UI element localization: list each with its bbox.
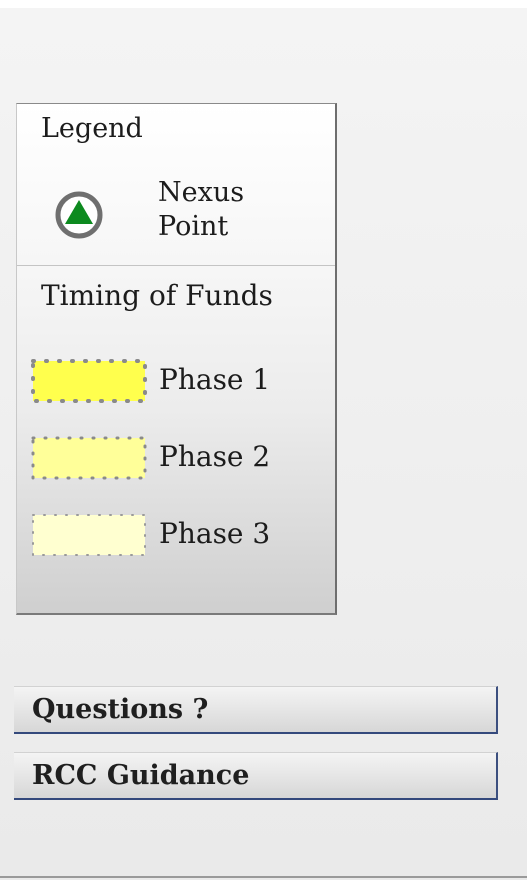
rcc-guidance-button[interactable]: RCC Guidance: [14, 752, 498, 800]
phase-1-swatch: [31, 359, 147, 403]
phase-3-label: Phase 3: [159, 517, 271, 550]
legend-section: Legend Nexus Point: [17, 104, 335, 266]
rcc-guidance-button-label: RCC Guidance: [32, 760, 250, 791]
phase-3-swatch: [32, 514, 146, 556]
questions-button-label: Questions ?: [32, 694, 209, 725]
legend-title: Legend: [41, 113, 143, 144]
phase-1-label: Phase 1: [159, 363, 271, 396]
phase-1-row: Phase 1: [27, 357, 327, 407]
legend-panel: Legend Nexus Point Timing of Funds Phase…: [16, 103, 337, 615]
phase-2-swatch: [31, 436, 147, 480]
top-strip: [0, 0, 527, 8]
phase-2-row: Phase 2: [27, 434, 327, 484]
timing-of-funds-title: Timing of Funds: [41, 279, 273, 312]
bottom-divider: [0, 876, 527, 878]
nexus-point-label: Nexus Point: [158, 177, 245, 242]
nexus-point-icon: [55, 191, 103, 239]
questions-button[interactable]: Questions ?: [14, 686, 498, 734]
phase-3-row: Phase 3: [27, 511, 327, 561]
phase-2-label: Phase 2: [159, 440, 271, 473]
